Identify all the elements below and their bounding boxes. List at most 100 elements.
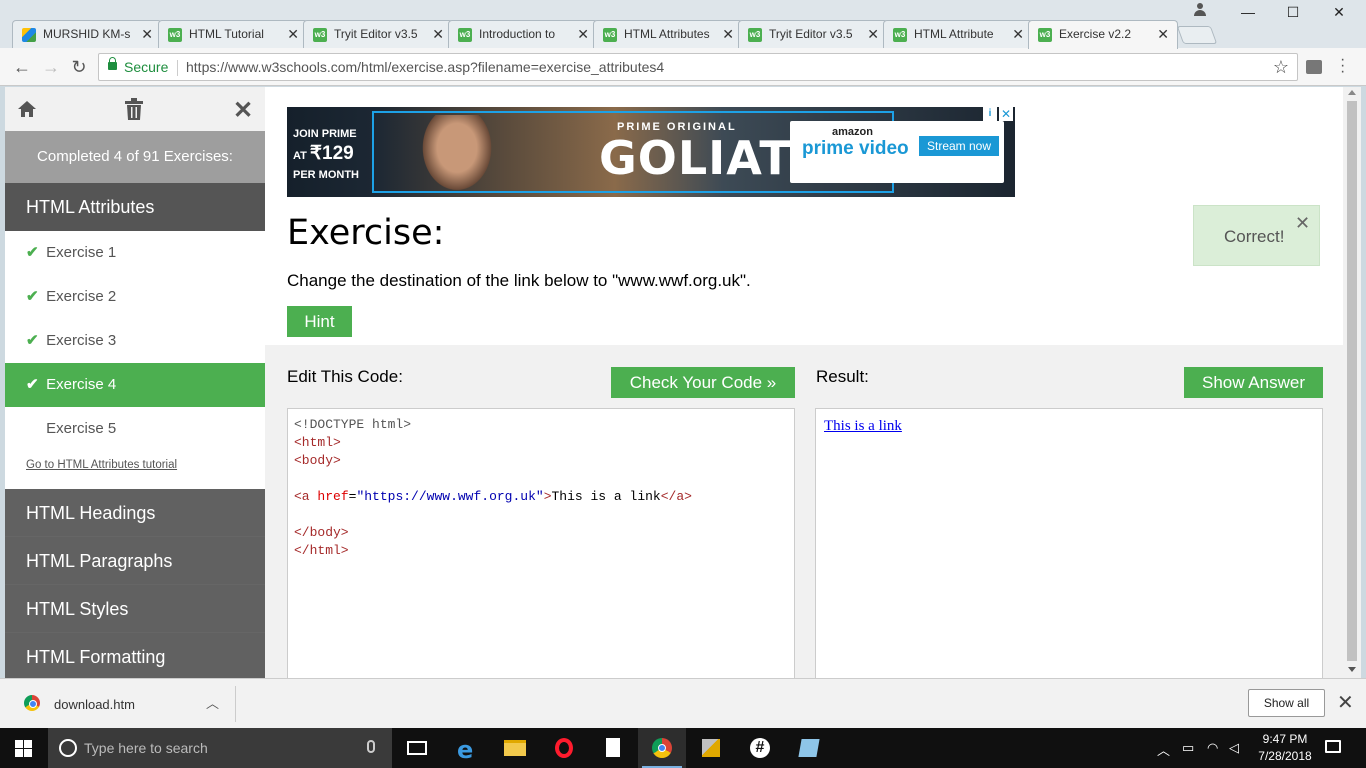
ad-stream-now-button[interactable]: Stream now: [919, 136, 999, 156]
ad-close-icon[interactable]: ✕: [999, 107, 1013, 121]
reload-icon[interactable]: ↻: [66, 54, 92, 80]
tab-title: Exercise v2.2: [1059, 27, 1132, 41]
windows-start-icon[interactable]: [15, 740, 32, 757]
wifi-icon[interactable]: ◠: [1207, 740, 1218, 756]
section-html-styles[interactable]: HTML Styles: [5, 585, 265, 633]
scroll-up-icon[interactable]: [1348, 90, 1356, 95]
file-explorer-icon[interactable]: [491, 728, 539, 768]
code-editor[interactable]: <!DOCTYPE html> <html> <body> <a href="h…: [287, 408, 795, 678]
ad-per-month: PER MONTH: [293, 169, 359, 181]
w3schools-icon: w3: [458, 28, 472, 42]
ad-price-prefix: AT: [293, 150, 307, 162]
ad-portrait: [417, 115, 497, 197]
close-icon[interactable]: ✕: [432, 26, 444, 43]
edge-icon[interactable]: e: [443, 728, 491, 768]
tutorial-link[interactable]: Go to HTML Attributes tutorial: [5, 451, 265, 489]
exercise-item-4[interactable]: ✔ Exercise 4: [5, 363, 265, 407]
page-scrollbar[interactable]: [1343, 87, 1361, 678]
notification-icon[interactable]: [1325, 740, 1341, 753]
code-link-text: This is a link: [551, 489, 661, 504]
minimize-icon[interactable]: —: [1225, 4, 1271, 26]
ad-choices-icon[interactable]: i: [983, 107, 997, 121]
code-href-attr: href: [317, 489, 349, 504]
tab-html-tutorial[interactable]: w3 HTML Tutorial ✕: [158, 20, 308, 48]
exercise-item-2[interactable]: ✔ Exercise 2: [5, 275, 265, 319]
result-link[interactable]: This is a link: [824, 418, 902, 435]
new-tab-button[interactable]: [1176, 26, 1218, 44]
tab-html-attribute[interactable]: w3 HTML Attribute ✕: [883, 20, 1033, 48]
tab-html-attributes[interactable]: w3 HTML Attributes ✕: [593, 20, 743, 48]
close-icon[interactable]: ✕: [141, 26, 153, 43]
forward-icon[interactable]: →: [38, 54, 64, 80]
tab-murshid[interactable]: MURSHID KM-s ✕: [12, 20, 162, 48]
w3schools-icon: w3: [1038, 28, 1052, 42]
advertisement-banner[interactable]: JOIN PRIME AT ₹129 PER MONTH PRIME ORIGI…: [287, 107, 1015, 197]
ad-price: ₹129: [309, 143, 354, 164]
check-icon: ✔: [26, 376, 39, 393]
section-html-paragraphs[interactable]: HTML Paragraphs: [5, 537, 265, 585]
window-close-icon[interactable]: ✕: [1316, 4, 1362, 26]
maximize-icon[interactable]: ☐: [1270, 4, 1316, 26]
exercise-item-1[interactable]: ✔ Exercise 1: [5, 231, 265, 275]
chevron-up-icon[interactable]: ︿: [1157, 740, 1170, 759]
menu-icon[interactable]: · · ·: [1340, 52, 1346, 80]
tools-icon[interactable]: [687, 728, 735, 768]
home-icon[interactable]: [17, 99, 37, 119]
microphone-icon[interactable]: [367, 740, 375, 753]
code-body-open: <body>: [294, 453, 341, 468]
trash-icon[interactable]: [125, 98, 143, 120]
browser-toolbar: ← → ↻ Secure https://www.w3schools.com/h…: [0, 48, 1366, 86]
section-html-attributes[interactable]: HTML Attributes: [5, 183, 265, 231]
taskbar-search[interactable]: Type here to search: [48, 728, 392, 768]
chevron-up-icon[interactable]: ︿: [206, 693, 219, 712]
battery-icon[interactable]: ▭: [1182, 740, 1194, 756]
hint-button[interactable]: Hint: [287, 306, 352, 337]
volume-icon[interactable]: ◁: [1229, 740, 1239, 756]
url-text[interactable]: https://www.w3schools.com/html/exercise.…: [186, 54, 664, 80]
profile-icon[interactable]: [1193, 3, 1207, 17]
bookmark-star-icon[interactable]: ☆: [1273, 54, 1289, 80]
address-bar[interactable]: Secure https://www.w3schools.com/html/ex…: [98, 53, 1298, 81]
close-icon[interactable]: ✕: [867, 26, 879, 43]
exercise-label: Exercise 4: [46, 376, 117, 393]
notepad-icon[interactable]: [589, 728, 637, 768]
tab-exercise[interactable]: w3 Exercise v2.2 ✕: [1028, 20, 1178, 49]
result-frame: This is a link: [815, 408, 1323, 678]
close-icon[interactable]: ✕: [233, 96, 253, 125]
tab-tryit-editor[interactable]: w3 Tryit Editor v3.5 ✕: [303, 20, 453, 48]
close-icon[interactable]: ✕: [287, 26, 299, 43]
lock-icon: [108, 57, 117, 70]
scroll-thumb[interactable]: [1347, 101, 1357, 661]
close-icon[interactable]: ✕: [1157, 26, 1169, 43]
close-icon[interactable]: ✕: [1012, 26, 1024, 43]
task-view-icon[interactable]: [393, 728, 441, 768]
result-label: Result:: [816, 367, 869, 386]
tab-tryit-editor-2[interactable]: w3 Tryit Editor v3.5 ✕: [738, 20, 888, 48]
back-icon[interactable]: ←: [9, 54, 35, 80]
clock-time: 9:47 PM: [1262, 732, 1308, 746]
scroll-down-icon[interactable]: [1348, 667, 1356, 672]
opera-icon[interactable]: [540, 728, 588, 768]
extension-icon[interactable]: [1306, 60, 1322, 74]
ad-amazon-box: amazon prime video Stream now: [790, 121, 1004, 183]
show-all-button[interactable]: Show all: [1248, 689, 1325, 717]
system-clock[interactable]: 9:47 PM 7/28/2018: [1250, 731, 1320, 765]
check-code-button[interactable]: Check Your Code »: [611, 367, 795, 398]
chrome-icon[interactable]: [638, 728, 686, 768]
close-icon[interactable]: ✕: [577, 26, 589, 43]
section-html-formatting[interactable]: HTML Formatting: [5, 633, 265, 678]
section-html-headings[interactable]: HTML Headings: [5, 489, 265, 537]
exercise-sidebar: ✕ Completed 4 of 91 Exercises: HTML Attr…: [5, 87, 265, 678]
ad-prime-video-logo: prime video: [802, 138, 909, 159]
close-icon[interactable]: ✕: [1295, 213, 1310, 234]
show-answer-button[interactable]: Show Answer: [1184, 367, 1323, 398]
exercise-item-3[interactable]: ✔ Exercise 3: [5, 319, 265, 363]
download-item[interactable]: download.htm ︿: [10, 686, 236, 722]
tab-introduction[interactable]: w3 Introduction to ✕: [448, 20, 598, 48]
slack-icon[interactable]: #: [736, 728, 784, 768]
app-icon[interactable]: [785, 728, 833, 768]
close-icon[interactable]: ✕: [722, 26, 734, 43]
code-html-close: </html>: [294, 543, 349, 558]
close-icon[interactable]: ✕: [1337, 690, 1354, 715]
exercise-item-5[interactable]: Exercise 5: [5, 407, 265, 451]
